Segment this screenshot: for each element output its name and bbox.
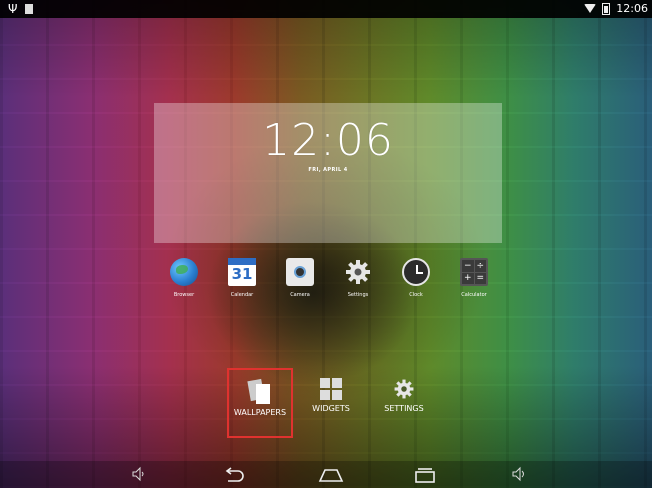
notification-icon: [25, 4, 34, 14]
calendar-icon: 31: [228, 258, 256, 286]
navigation-bar: [0, 461, 652, 488]
back-icon[interactable]: [222, 466, 246, 484]
clock-icon: [402, 258, 430, 286]
calculator-icon: − ÷ + =: [460, 258, 488, 286]
app-browser[interactable]: Browser: [156, 258, 212, 298]
clock-widget-date: FRI, APRIL 4: [308, 167, 348, 173]
clock-widget-time: 12:06: [262, 115, 394, 166]
status-left: Ψ: [8, 2, 34, 16]
app-clock[interactable]: Clock: [388, 258, 444, 298]
settings-button[interactable]: SETTINGS: [383, 378, 425, 413]
volume-down-icon[interactable]: [132, 466, 146, 482]
recent-apps-icon[interactable]: [414, 466, 436, 484]
battery-icon: [602, 2, 611, 15]
app-calendar[interactable]: 31 Calendar: [214, 258, 270, 298]
wallpapers-label: WALLPAPERS: [233, 408, 287, 417]
app-label: Clock: [409, 292, 423, 298]
wallpapers-icon: [249, 380, 271, 404]
widgets-icon: [320, 378, 342, 400]
home-options-bar: WALLPAPERS WIDGETS SETTINGS: [0, 368, 652, 438]
usb-icon: Ψ: [8, 2, 18, 16]
gear-icon: [344, 258, 372, 286]
app-calculator[interactable]: − ÷ + = Calculator: [446, 258, 502, 298]
app-shortcuts-row: Browser 31 Calendar Camera Settings Cloc…: [0, 258, 652, 308]
status-time: 12:06: [616, 2, 648, 15]
browser-icon: [170, 258, 198, 286]
app-label: Camera: [290, 292, 310, 298]
app-label: Calculator: [461, 292, 487, 298]
status-right: 12:06: [584, 2, 648, 15]
settings-label: SETTINGS: [384, 404, 424, 413]
volume-up-icon[interactable]: [512, 466, 526, 482]
widgets-label: WIDGETS: [312, 404, 350, 413]
clock-widget[interactable]: 12:06 FRI, APRIL 4: [154, 103, 502, 243]
home-icon[interactable]: [318, 466, 344, 484]
app-label: Settings: [347, 292, 369, 298]
settings-gear-icon: [393, 378, 415, 400]
app-label: Calendar: [230, 292, 254, 298]
widgets-button[interactable]: WIDGETS: [312, 378, 350, 413]
wifi-icon: [584, 4, 597, 13]
app-camera[interactable]: Camera: [272, 258, 328, 298]
calendar-day: 31: [231, 265, 253, 283]
app-settings[interactable]: Settings: [330, 258, 386, 298]
camera-icon: [286, 258, 314, 286]
wallpapers-button[interactable]: WALLPAPERS: [227, 368, 293, 438]
status-bar: Ψ 12:06: [0, 0, 652, 18]
app-label: Browser: [173, 292, 195, 298]
